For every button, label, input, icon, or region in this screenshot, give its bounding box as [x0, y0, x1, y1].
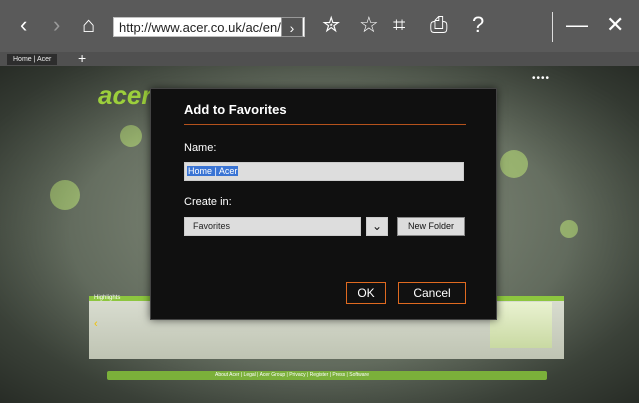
add-favorite-icon[interactable]: ✮ — [322, 14, 340, 36]
dialog-separator — [184, 124, 466, 125]
crop-icon[interactable]: ⌗ — [393, 14, 405, 36]
forward-icon[interactable]: › — [53, 14, 60, 36]
close-icon[interactable]: ✕ — [606, 14, 624, 36]
highlights-label: Highlights — [94, 295, 121, 301]
browser-toolbar: ‹ › ⌂ http://www.acer.co.uk/ac/en/ › ✮ ☆… — [0, 0, 639, 52]
chevron-down-icon[interactable]: ⌄ — [366, 217, 388, 236]
tab-strip: Home | Acer + — [0, 50, 639, 66]
new-folder-button[interactable]: New Folder — [397, 217, 465, 236]
cancel-button[interactable]: Cancel — [398, 282, 466, 304]
create-in-label: Create in: — [184, 196, 232, 208]
back-icon[interactable]: ‹ — [20, 14, 27, 36]
footer-links[interactable]: About Acer | Legal | Acer Group | Privac… — [215, 371, 369, 380]
new-tab-icon[interactable]: + — [78, 50, 86, 66]
ok-button[interactable]: OK — [346, 282, 386, 304]
name-field[interactable]: Home | Acer — [184, 162, 464, 181]
folder-select[interactable]: Favorites — [184, 217, 361, 236]
name-field-value: Home | Acer — [187, 166, 239, 176]
highlights-prev-icon[interactable]: ‹ — [94, 318, 98, 330]
carousel-dots[interactable]: •••• — [532, 73, 550, 84]
name-label: Name: — [184, 142, 217, 154]
help-icon[interactable]: ? — [472, 14, 484, 36]
address-bar[interactable]: http://www.acer.co.uk/ac/en/ — [113, 17, 305, 37]
toolbar-divider — [552, 12, 553, 42]
minimize-icon[interactable]: — — [566, 14, 588, 36]
csr-badge[interactable] — [490, 302, 552, 348]
favorites-icon[interactable]: ☆ — [359, 14, 379, 36]
print-icon[interactable]: ⎙ — [430, 14, 448, 36]
home-icon[interactable]: ⌂ — [82, 14, 95, 36]
acer-logo[interactable]: acer — [98, 80, 152, 111]
dialog-title: Add to Favorites — [184, 102, 287, 117]
go-button[interactable]: › — [281, 17, 303, 37]
tab-home-acer[interactable]: Home | Acer — [7, 54, 58, 65]
